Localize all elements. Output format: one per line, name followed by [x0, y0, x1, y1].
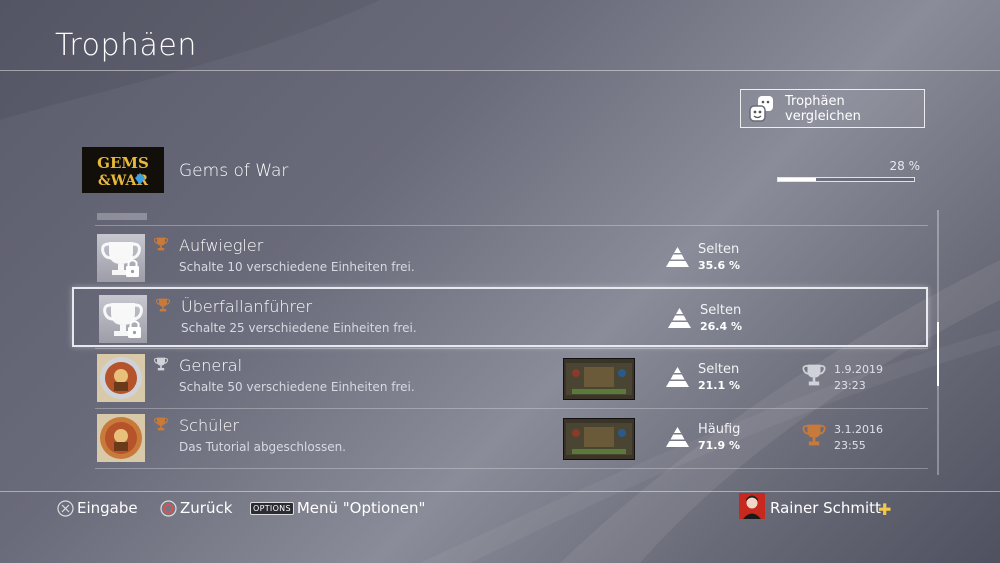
trophy-name: Überfallanführer	[181, 297, 313, 316]
circle-button-icon	[160, 499, 177, 517]
compare-faces-icon	[749, 95, 773, 122]
earned-time-value: 23:55	[834, 439, 866, 452]
trophy-row[interactable]: Schüler Das Tutorial abgeschlossen. Häuf…	[72, 408, 928, 468]
row-divider	[95, 468, 928, 469]
rarity-pyramid-icon	[665, 426, 690, 452]
footer-enter[interactable]: Eingabe	[57, 499, 138, 517]
earned-time-value: 23:23	[834, 379, 866, 392]
bronze-trophy-icon	[153, 416, 169, 436]
earned-bronze-trophy-icon	[801, 422, 827, 452]
trophy-description: Schalte 25 verschiedene Einheiten frei.	[181, 321, 417, 335]
footer-back[interactable]: Zurück	[160, 499, 232, 517]
avatar	[739, 493, 765, 519]
game-logo: GEMS &WAR	[82, 147, 164, 193]
earned-silver-trophy-icon	[801, 362, 827, 392]
scrollbar[interactable]	[937, 210, 939, 475]
earned-date-value: 3.1.2016	[834, 423, 883, 436]
page-title: Trophäen	[55, 28, 197, 63]
enter-label: Eingabe	[77, 499, 138, 517]
compare-trophies-label: Trophäen vergleichen	[785, 93, 861, 124]
silver-trophy-icon	[153, 356, 169, 376]
trophy-screenshot	[563, 418, 635, 460]
trophy-description: Das Tutorial abgeschlossen.	[179, 440, 346, 454]
trophy-description: Schalte 50 verschiedene Einheiten frei.	[179, 380, 415, 394]
trophy-row[interactable]: Aufwiegler Schalte 10 verschiedene Einhe…	[72, 228, 928, 288]
list-divider	[95, 225, 928, 226]
bronze-trophy-icon	[155, 297, 171, 317]
trophy-name: General	[179, 356, 243, 375]
rarity-percent: 26.4 %	[700, 320, 742, 333]
rarity-label: Selten	[698, 242, 740, 257]
rarity-label: Häufig	[698, 422, 741, 437]
rarity-pyramid-icon	[665, 366, 690, 392]
rarity-pyramid-icon	[665, 246, 690, 272]
compare-trophies-button[interactable]: Trophäen vergleichen	[740, 89, 925, 128]
earned-date-value: 1.9.2019	[834, 363, 883, 376]
locked-trophy-icon	[99, 295, 147, 343]
back-label: Zurück	[180, 499, 233, 517]
list-scroll-stub	[97, 213, 147, 220]
options-button-icon: OPTIONS	[250, 501, 294, 515]
trophy-name: Aufwiegler	[179, 236, 264, 255]
cross-button-icon	[57, 499, 74, 517]
earned-date: 1.9.2019 23:23	[834, 362, 883, 394]
earned-date: 3.1.2016 23:55	[834, 422, 883, 454]
scrollbar-thumb[interactable]	[937, 322, 939, 386]
options-label: Menü "Optionen"	[296, 499, 426, 517]
rarity-percent: 35.6 %	[698, 259, 740, 272]
user-name: Rainer Schmitt	[770, 499, 881, 517]
trophy-description: Schalte 10 verschiedene Einheiten frei.	[179, 260, 415, 274]
progress-bar	[777, 177, 915, 182]
trophy-row[interactable]: General Schalte 50 verschiedene Einheite…	[72, 348, 928, 408]
game-title: Gems of War	[179, 161, 289, 181]
rarity-percent: 71.9 %	[698, 439, 740, 452]
trophy-badge-image	[97, 354, 145, 402]
bronze-trophy-icon	[153, 236, 169, 256]
footer-options[interactable]: OPTIONS Menü "Optionen"	[250, 499, 425, 517]
svg-text:GEMS: GEMS	[97, 154, 149, 172]
rarity-label: Selten	[700, 303, 742, 318]
progress-percent: 28 %	[889, 159, 921, 173]
progress-fill	[778, 178, 817, 181]
rarity-pyramid-icon	[667, 307, 692, 333]
footer-divider	[0, 491, 1000, 492]
trophy-screenshot	[563, 358, 635, 400]
rarity-label: Selten	[698, 362, 740, 377]
trophy-name: Schüler	[179, 416, 240, 435]
rarity-percent: 21.1 %	[698, 379, 740, 392]
header-divider	[0, 70, 1000, 71]
trophy-row[interactable]: Überfallanführer Schalte 25 verschiedene…	[72, 287, 928, 347]
ps-plus-icon: ✚	[878, 500, 892, 519]
trophy-badge-image	[97, 414, 145, 462]
locked-trophy-icon	[97, 234, 145, 282]
